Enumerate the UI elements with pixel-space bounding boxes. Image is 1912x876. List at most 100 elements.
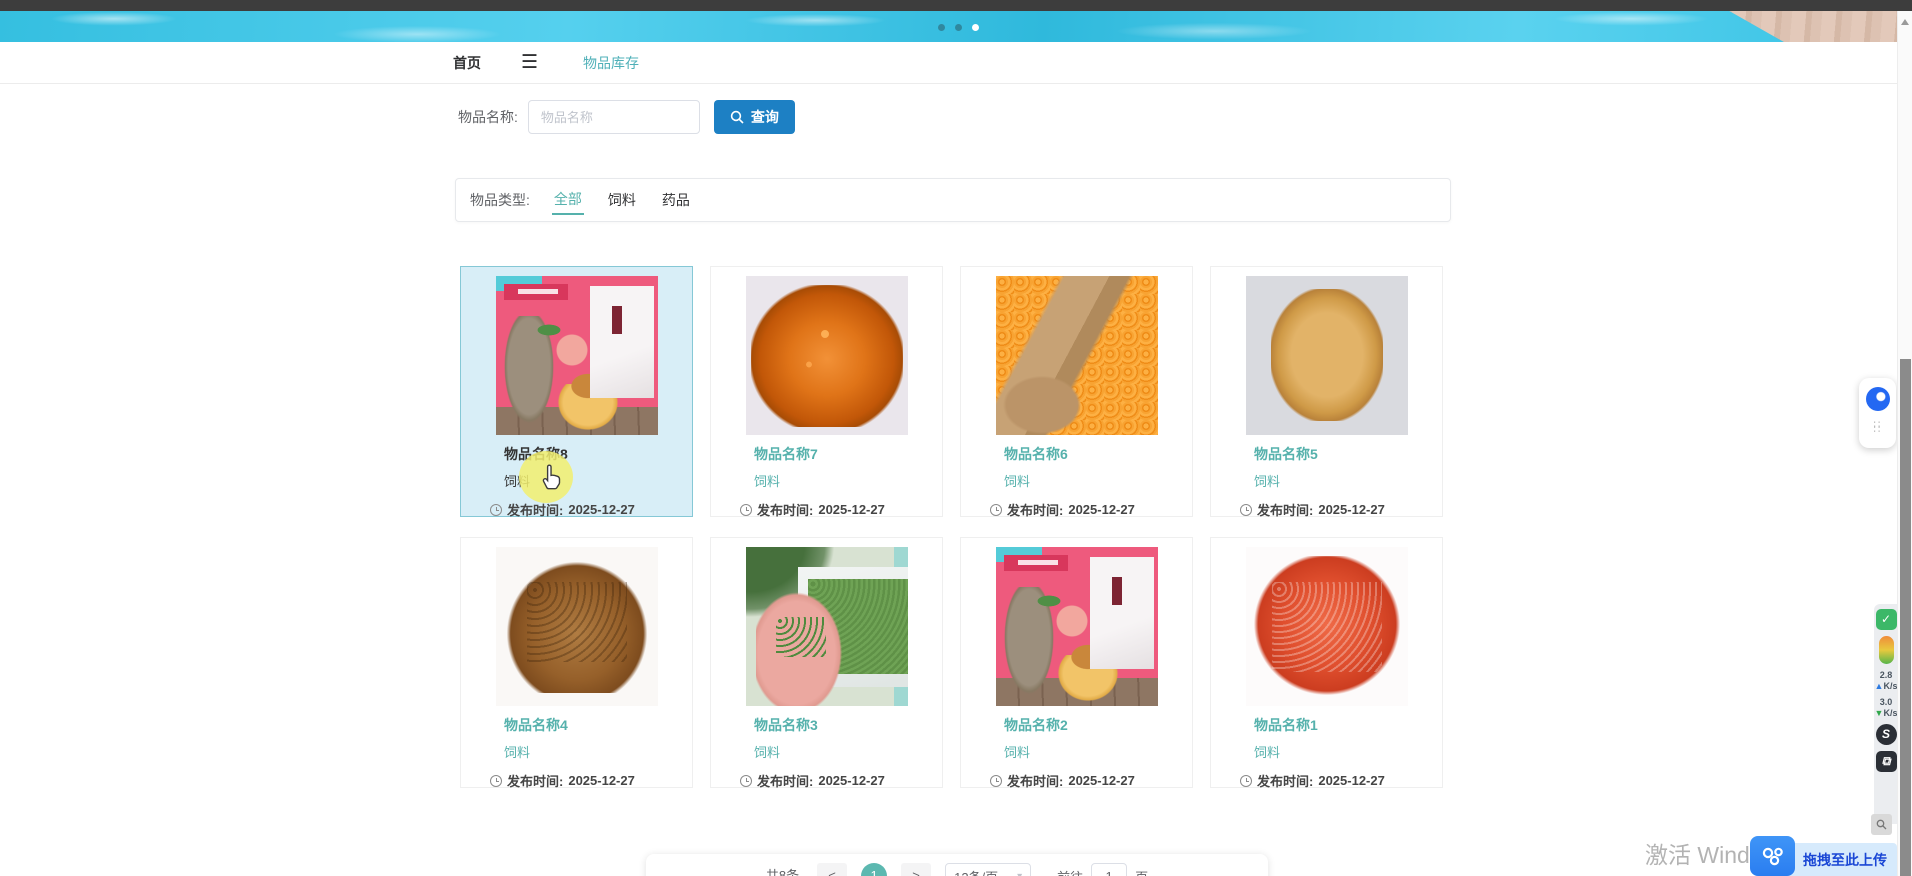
- floating-assistant-widget[interactable]: ∷ ∷: [1859, 378, 1896, 448]
- magnifier-icon[interactable]: [1871, 814, 1892, 835]
- item-card[interactable]: 物品名称8 饲料 发布时间: 2025-12-27: [460, 266, 693, 518]
- browser-top-bar: [0, 0, 1912, 11]
- scroll-up-arrow-icon[interactable]: [1901, 19, 1909, 25]
- carousel-dot[interactable]: [938, 24, 945, 31]
- scrollbar[interactable]: [1897, 11, 1912, 876]
- hero-carousel-banner[interactable]: [0, 11, 1897, 42]
- item-title[interactable]: 物品名称6: [1004, 444, 1192, 464]
- item-card[interactable]: 物品名称4 饲料 发布时间: 2025-12-27: [460, 537, 693, 789]
- search-form: 物品名称: 查询: [458, 100, 795, 134]
- clock-icon: [490, 774, 502, 787]
- item-category: 饲料: [504, 745, 531, 760]
- item-category: 饲料: [1004, 745, 1031, 760]
- carousel-dot-active[interactable]: [972, 24, 979, 31]
- breadcrumb-current[interactable]: 物品库存: [583, 53, 639, 73]
- carousel-dots: [938, 24, 979, 31]
- publish-date-label: 发布时间:: [1007, 774, 1064, 789]
- publish-date: 2025-12-27: [818, 773, 885, 788]
- item-title[interactable]: 物品名称1: [1254, 715, 1442, 735]
- status-gradient-icon[interactable]: [1878, 636, 1894, 664]
- publish-date-label: 发布时间:: [507, 774, 564, 789]
- item-title[interactable]: 物品名称5: [1254, 444, 1442, 464]
- search-button-label: 查询: [750, 109, 779, 125]
- item-category: 饲料: [754, 474, 781, 489]
- netdisk-logo-icon[interactable]: [1750, 836, 1795, 876]
- filter-option-feed[interactable]: 饲料: [606, 186, 638, 214]
- goto-page-input[interactable]: [1091, 863, 1128, 876]
- publish-date-label: 发布时间:: [757, 774, 814, 789]
- item-card[interactable]: 物品名称2 饲料 发布时间: 2025-12-27: [960, 537, 1193, 789]
- filter-option-medicine[interactable]: 药品: [660, 186, 692, 214]
- page-size-select[interactable]: 12条/页 ▾: [945, 863, 1032, 876]
- publish-date-label: 发布时间:: [757, 503, 814, 518]
- publish-date: 2025-12-27: [1068, 773, 1135, 788]
- pagination-total: 共8条: [765, 868, 800, 876]
- shield-check-icon[interactable]: ✓: [1875, 609, 1897, 630]
- clock-icon: [490, 503, 502, 516]
- netdisk-upload-widget[interactable]: 拖拽至此上传: [1750, 814, 1897, 876]
- drag-handle-icon[interactable]: ∷ ∷: [1874, 420, 1882, 436]
- pagination-prev-button[interactable]: <: [817, 863, 848, 876]
- search-label: 物品名称:: [458, 109, 518, 125]
- publish-date-label: 发布时间:: [1257, 503, 1314, 518]
- product-image: [495, 547, 658, 706]
- clock-icon: [990, 774, 1002, 787]
- breadcrumb-home[interactable]: 首页: [453, 53, 481, 73]
- item-category: 饲料: [1254, 745, 1281, 760]
- item-grid: 物品名称8 饲料 发布时间: 2025-12-27 物品名称7 饲料 发布时间:…: [460, 266, 1443, 789]
- search-input[interactable]: [527, 100, 700, 134]
- pagination-next-button[interactable]: >: [901, 863, 932, 876]
- pool-deck-image: [1729, 11, 1897, 42]
- item-card[interactable]: 物品名称5 饲料 发布时间: 2025-12-27: [1210, 266, 1443, 518]
- clock-icon: [1240, 503, 1252, 516]
- item-title[interactable]: 物品名称3: [754, 715, 942, 735]
- goto-label: 前往: [1057, 867, 1083, 876]
- drag-upload-bar[interactable]: 拖拽至此上传: [1789, 843, 1897, 876]
- chevron-down-icon: ▾: [1017, 870, 1023, 876]
- product-image: [1245, 276, 1408, 435]
- publish-date: 2025-12-27: [1318, 502, 1385, 517]
- clock-icon: [740, 503, 752, 516]
- page: 首页 ☰ 物品库存 物品名称: 查询 物品类型: 全部 饲料 药品 物品名称8 …: [0, 0, 1912, 876]
- item-card[interactable]: 物品名称1 饲料 发布时间: 2025-12-27: [1210, 537, 1443, 789]
- product-image: [745, 276, 908, 435]
- browser-logo-icon[interactable]: S: [1875, 724, 1897, 745]
- product-image: [745, 547, 908, 706]
- publish-date: 2025-12-27: [1068, 502, 1135, 517]
- page-size-value: 12条/页: [954, 867, 998, 876]
- publish-date-label: 发布时间:: [1257, 774, 1314, 789]
- item-title[interactable]: 物品名称4: [504, 715, 692, 735]
- item-card[interactable]: 物品名称3 饲料 发布时间: 2025-12-27: [710, 537, 943, 789]
- product-image: [1245, 547, 1408, 706]
- item-category: 饲料: [754, 745, 781, 760]
- publish-date: 2025-12-27: [1318, 773, 1385, 788]
- pagination-page-1[interactable]: 1: [861, 863, 888, 876]
- clock-icon: [740, 774, 752, 787]
- publish-date-label: 发布时间:: [507, 503, 564, 518]
- type-filter: 物品类型: 全部 饲料 药品: [455, 178, 1451, 222]
- carousel-dot[interactable]: [955, 24, 962, 31]
- network-speed-down: 3.0 ▼K/s: [1874, 697, 1898, 718]
- item-card[interactable]: 物品名称7 饲料 发布时间: 2025-12-27: [710, 266, 943, 518]
- publish-date: 2025-12-27: [818, 502, 885, 517]
- page-unit-label: 页: [1135, 867, 1148, 876]
- item-card[interactable]: 物品名称6 饲料 发布时间: 2025-12-27: [960, 266, 1193, 518]
- item-title[interactable]: 物品名称2: [1004, 715, 1192, 735]
- breadcrumb: 首页 ☰ 物品库存: [0, 42, 1897, 84]
- item-title[interactable]: 物品名称7: [754, 444, 942, 464]
- search-button[interactable]: 查询: [713, 100, 795, 134]
- mouse-cursor: [539, 463, 565, 493]
- hamburger-icon[interactable]: ☰: [521, 53, 538, 72]
- screenshot-tool-icon[interactable]: ⧉: [1875, 751, 1897, 772]
- scrollbar-thumb[interactable]: [1900, 359, 1911, 876]
- assistant-logo-icon[interactable]: [1865, 387, 1890, 411]
- clock-icon: [990, 503, 1002, 516]
- publish-date: 2025-12-27: [568, 502, 635, 517]
- filter-option-all[interactable]: 全部: [551, 185, 584, 215]
- upload-label: 拖拽至此上传: [1803, 851, 1887, 868]
- clock-icon: [1240, 774, 1252, 787]
- pagination: 共8条 < 1 > 12条/页 ▾ 前往 页: [646, 854, 1268, 876]
- product-image: [995, 547, 1158, 706]
- product-image: [495, 276, 658, 435]
- network-speed-up: 2.8 ▲K/s: [1874, 670, 1898, 691]
